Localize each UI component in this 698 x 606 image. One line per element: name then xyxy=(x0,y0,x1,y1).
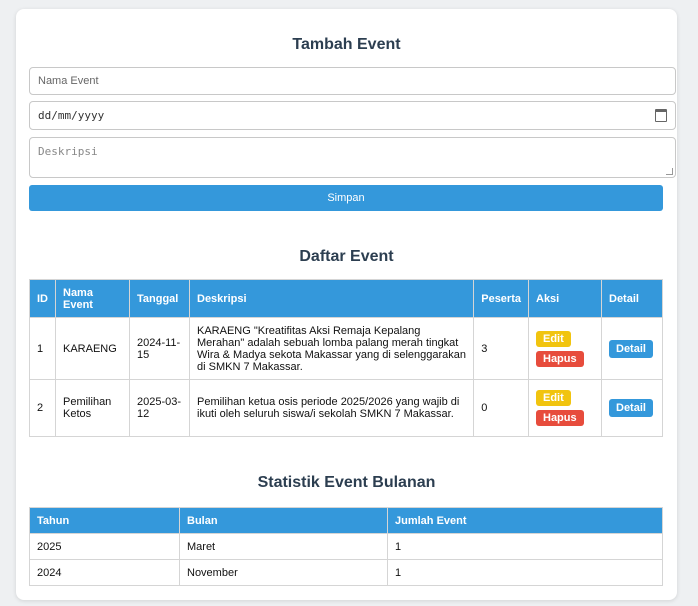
row-id: 2 xyxy=(29,379,56,437)
edit-button[interactable]: Edit xyxy=(536,390,571,406)
col-peserta: Peserta xyxy=(473,279,529,318)
col-jumlah-event: Jumlah Event xyxy=(387,507,663,534)
edit-button[interactable]: Edit xyxy=(536,330,571,347)
detail-button[interactable]: Detail xyxy=(609,399,653,417)
stat-tahun: 2025 xyxy=(29,533,180,560)
row-name: Pemilihan Ketos xyxy=(55,379,130,437)
table-row: 2 Pemilihan Ketos 2025-03-12 Pemilihan k… xyxy=(29,379,663,437)
event-table-header: ID Nama Event Tanggal Deskripsi Peserta … xyxy=(29,279,663,318)
resize-handle-icon[interactable] xyxy=(666,168,673,175)
row-description: Pemilihan ketua osis periode 2025/2026 y… xyxy=(188,379,475,437)
detail-button[interactable]: Detail xyxy=(609,339,653,358)
row-detail-cell: Detail xyxy=(601,379,663,437)
save-button[interactable]: Simpan xyxy=(29,185,663,211)
col-detail: Detail xyxy=(601,279,663,318)
col-tahun: Tahun xyxy=(29,507,180,534)
delete-button[interactable]: Hapus xyxy=(536,350,584,367)
event-description-placeholder: Deskripsi xyxy=(38,145,98,158)
event-table: ID Nama Event Tanggal Deskripsi Peserta … xyxy=(29,279,663,437)
event-name-placeholder: Nama Event xyxy=(38,75,99,87)
row-peserta: 0 xyxy=(473,379,529,437)
event-list-title: Daftar Event xyxy=(299,248,394,265)
event-description-textarea[interactable]: Deskripsi xyxy=(29,137,676,178)
stat-bulan: November xyxy=(179,559,388,586)
event-card: Tambah Event Nama Event dd/mm/yyyy Deskr… xyxy=(16,9,677,600)
delete-button[interactable]: Hapus xyxy=(536,410,584,426)
row-name: KARAENG xyxy=(55,317,130,380)
row-date: 2025-03-12 xyxy=(129,379,190,437)
col-deskripsi: Deskripsi xyxy=(188,279,475,318)
stats-table: Tahun Bulan Jumlah Event 2025 Maret 1 20… xyxy=(29,507,663,586)
stat-tahun: 2024 xyxy=(29,559,180,586)
stats-title: Statistik Event Bulanan xyxy=(257,474,436,491)
table-row: 2025 Maret 1 xyxy=(29,533,663,560)
row-actions: Edit Hapus xyxy=(528,379,602,437)
col-tanggal: Tanggal xyxy=(129,279,190,318)
stat-jumlah: 1 xyxy=(387,533,663,560)
stat-bulan: Maret xyxy=(179,533,388,560)
stats-table-header: Tahun Bulan Jumlah Event xyxy=(29,507,663,534)
row-peserta: 3 xyxy=(473,317,529,380)
row-detail-cell: Detail xyxy=(601,317,663,380)
add-event-title: Tambah Event xyxy=(292,36,401,53)
row-date: 2024-11-15 xyxy=(129,317,190,380)
col-aksi: Aksi xyxy=(528,279,602,318)
row-description: KARAENG "Kreatifitas Aksi Remaja Kepalan… xyxy=(188,317,475,380)
row-id: 1 xyxy=(29,317,56,380)
calendar-icon[interactable] xyxy=(655,109,667,122)
col-nama-event: Nama Event xyxy=(55,279,130,318)
event-date-placeholder: dd/mm/yyyy xyxy=(38,109,105,122)
event-date-input[interactable]: dd/mm/yyyy xyxy=(29,101,676,130)
table-row: 1 KARAENG 2024-11-15 KARAENG "Kreatifita… xyxy=(29,317,663,380)
event-name-input[interactable]: Nama Event xyxy=(29,67,676,95)
col-bulan: Bulan xyxy=(179,507,388,534)
row-actions: Edit Hapus xyxy=(528,317,602,380)
table-row: 2024 November 1 xyxy=(29,559,663,586)
stat-jumlah: 1 xyxy=(387,559,663,586)
col-id: ID xyxy=(29,279,56,318)
